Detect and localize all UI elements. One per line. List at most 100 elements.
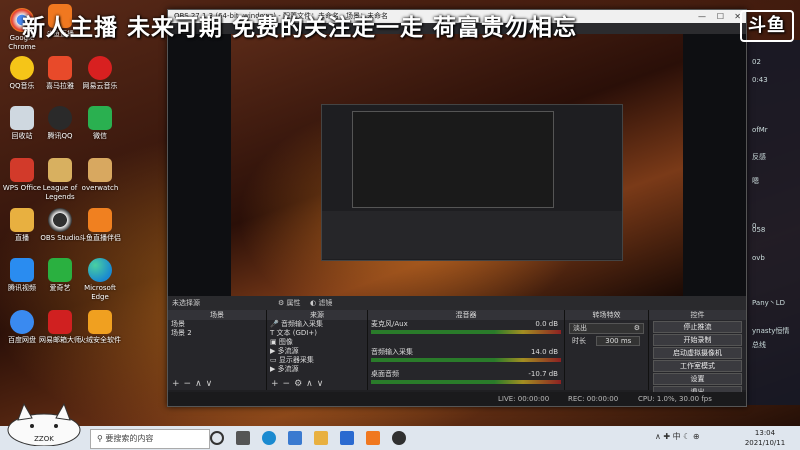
folder-icon <box>10 208 34 232</box>
taskbar-search[interactable]: ⚲ 要搜索的内容 <box>90 429 210 449</box>
scenes-header: 场景 <box>168 310 266 320</box>
source-item[interactable]: ▶ 多流源 <box>267 365 367 374</box>
desktop-icon-obs[interactable]: OBS Studio <box>38 208 82 243</box>
chat-message: Pany丶LD <box>752 299 786 307</box>
transitions-header: 转场特效 <box>565 310 648 320</box>
source-item[interactable]: ▶ 多流源 <box>267 347 367 356</box>
cortana-icon[interactable] <box>210 431 224 445</box>
chat-message: 02 <box>752 58 761 66</box>
chat-message: 嗯 <box>752 177 759 185</box>
file-explorer-icon[interactable] <box>314 431 328 445</box>
scene-item[interactable]: 场景 2 <box>168 329 266 338</box>
desktop-icon-netease-music[interactable]: 网易云音乐 <box>78 56 122 91</box>
desktop-icon-overwatch[interactable]: overwatch <box>78 158 122 193</box>
mixer-header: 混音器 <box>368 310 564 320</box>
mixer-channel[interactable]: 音频输入采集 14.0 dB <box>368 348 564 370</box>
banner-text: 新人主播 未来可期 免费的关注走一走 荷富贵勿相忘 <box>22 14 578 41</box>
chat-message: 058 <box>752 226 766 234</box>
scene-item[interactable]: 场景 <box>168 320 266 329</box>
cpu-status: CPU: 1.0%, 30.00 fps <box>638 395 712 403</box>
wechat-icon <box>88 106 112 130</box>
volume-meter[interactable] <box>371 380 561 384</box>
store-icon[interactable] <box>288 431 302 445</box>
mixer-channel[interactable]: 麦克风/Aux 0.0 dB <box>368 320 564 342</box>
chat-message: ofMr <box>752 126 768 134</box>
desktop-icon-douyu-companion[interactable]: 斗鱼直播伴侣 <box>78 208 122 243</box>
studio-mode-button[interactable]: 工作室模式 <box>653 360 742 372</box>
overwatch-folder-icon <box>88 158 112 182</box>
chat-message: ynasty恒情 <box>752 327 790 335</box>
filters-button[interactable]: ◐ 滤镜 <box>310 296 332 310</box>
stream-banner: 新人主播 未来可期 免费的关注走一走 荷富贵勿相忘 斗鱼 <box>0 6 800 42</box>
source-controls[interactable]: +−⚙∧∨ <box>267 378 367 390</box>
scenes-dock: 场景 场景 场景 2 +−∧∨ <box>168 310 267 390</box>
properties-button[interactable]: ⚙ 属性 <box>278 296 301 310</box>
task-view-icon[interactable] <box>236 431 250 445</box>
edge-taskbar-icon[interactable] <box>262 431 276 445</box>
source-item[interactable]: 🎤 音频输入采集 <box>267 320 367 329</box>
tray-icons[interactable]: ∧ ✚ 中 ☾ ⊕ <box>655 431 727 445</box>
transitions-dock: 转场特效 淡出 ⚙ 时长 300 ms <box>565 310 649 390</box>
ximalaya-icon <box>48 56 72 80</box>
duration-field[interactable]: 时长 300 ms <box>569 336 644 346</box>
desktop-icon-edge[interactable]: Microsoft Edge <box>78 258 122 302</box>
desktop-icon-iqiyi[interactable]: 爱奇艺 <box>38 258 82 293</box>
douyu-taskbar-icon[interactable] <box>366 431 380 445</box>
wps-icon <box>10 158 34 182</box>
obs-preview[interactable] <box>168 34 746 296</box>
scene-controls[interactable]: +−∧∨ <box>168 378 266 390</box>
netease-mail-icon <box>48 310 72 334</box>
taskbar-clock[interactable]: 13:04 2021/10/11 <box>732 428 798 448</box>
settings-button[interactable]: 设置 <box>653 373 742 385</box>
controls-header: 控件 <box>649 310 746 320</box>
mail-icon[interactable] <box>340 431 354 445</box>
netease-music-icon <box>88 56 112 80</box>
desktop-icon-netease-mail[interactable]: 网易邮箱大师 <box>38 310 82 345</box>
chat-panel: 02 0:43 ofMr 反感嗯 0 058 ovb Pany丶LD ynasty恒情 总线 <box>745 40 800 405</box>
rec-status: REC: 00:00:00 <box>568 395 619 403</box>
chat-message: 总线 <box>752 341 766 349</box>
baidu-pan-icon <box>10 310 34 334</box>
obs-icon <box>48 208 72 232</box>
qqmusic-icon <box>10 56 34 80</box>
sources-dock: 来源 🎤 音频输入采集 T 文本 (GDI+) ▣ 图像 ▶ 多流源 ▭ 显示器… <box>267 310 368 390</box>
svg-text:ZZOK: ZZOK <box>34 435 54 443</box>
transition-select[interactable]: 淡出 ⚙ <box>569 323 644 334</box>
mixer-dock: 混音器 麦克风/Aux 0.0 dB 音频输入采集 14.0 dB 桌面音频 -10.… <box>368 310 565 390</box>
source-item[interactable]: ▣ 图像 <box>267 338 367 347</box>
obs-window[interactable]: OBS 27.1.3 (64-bit, windows) - 配置文件：未命名 … <box>167 9 747 407</box>
cat-mascot-image: ZZOK <box>7 402 81 446</box>
desktop-icon-lol[interactable]: League of Legends <box>38 158 82 202</box>
nested-obs-capture <box>321 104 623 261</box>
volume-meter[interactable] <box>371 358 561 362</box>
stop-streaming-button[interactable]: 停止推流 <box>653 321 742 333</box>
mixer-channel[interactable]: 桌面音频 -10.7 dB <box>368 370 564 390</box>
desktop-icon-wechat[interactable]: 微信 <box>78 106 122 141</box>
chat-message: ovb <box>752 254 765 262</box>
desktop-icon-ximalaya[interactable]: 喜马拉雅 <box>38 56 82 91</box>
no-source-label: 未选择源 <box>172 299 200 307</box>
start-recording-button[interactable]: 开始录制 <box>653 334 742 346</box>
desktop-icon-qq[interactable]: 腾讯QQ <box>38 106 82 141</box>
chat-message: 0:43 <box>752 76 768 84</box>
source-item[interactable]: T 文本 (GDI+) <box>267 329 367 338</box>
controls-dock: 控件 停止推流 开始录制 启动虚拟摄像机 工作室模式 设置 退出 <box>649 310 746 398</box>
edge-icon <box>88 258 112 282</box>
league-folder-icon <box>48 158 72 182</box>
virtual-camera-button[interactable]: 启动虚拟摄像机 <box>653 347 742 359</box>
obs-status-bar: LIVE: 00:00:00 REC: 00:00:00 CPU: 1.0%, … <box>168 392 746 406</box>
sources-header: 来源 <box>267 310 367 320</box>
search-icon: ⚲ <box>97 434 103 443</box>
preview-capture <box>231 34 683 296</box>
douyu-logo: 斗鱼 <box>740 10 794 42</box>
qq-icon <box>48 106 72 130</box>
desktop-icon-huorong[interactable]: 火绒安全软件 <box>78 310 122 345</box>
volume-meter[interactable] <box>371 330 561 334</box>
tencent-video-icon <box>10 258 34 282</box>
huorong-icon <box>88 310 112 334</box>
live-status: LIVE: 00:00:00 <box>498 395 550 403</box>
windows-taskbar: ⚲ 要搜索的内容 ∧ ✚ 中 ☾ ⊕ 13:04 2021/10/11 <box>0 426 800 450</box>
source-item[interactable]: ▭ 显示器采集 <box>267 356 367 365</box>
obs-taskbar-icon[interactable] <box>392 431 406 445</box>
recycle-bin-icon <box>10 106 34 130</box>
